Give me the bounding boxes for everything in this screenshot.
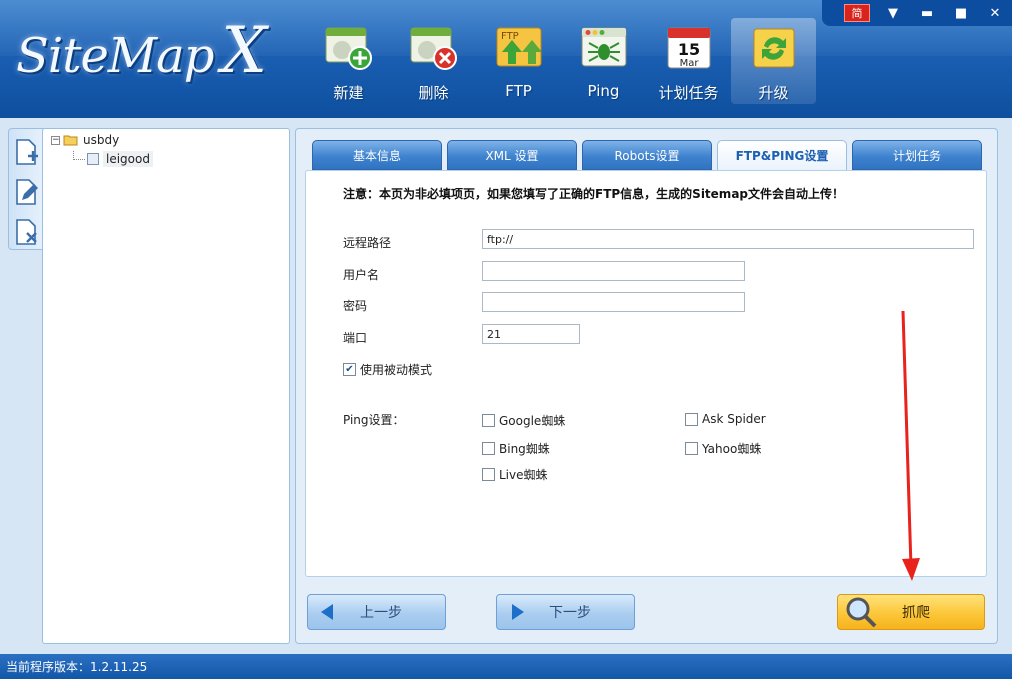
new-window-icon <box>324 24 374 72</box>
settings-panel: 基本信息 XML 设置 Robots设置 FTP&PING设置 计划任务 注意：… <box>295 128 998 644</box>
maximize-button[interactable]: ■ <box>944 2 978 24</box>
next-step-button[interactable]: 下一步 <box>496 594 635 630</box>
next-step-label: 下一步 <box>549 605 591 621</box>
tree-root-label: usbdy <box>83 133 120 147</box>
close-button[interactable]: ✕ <box>978 2 1012 24</box>
calendar-day: 15 <box>677 40 699 59</box>
crawl-button[interactable]: 抓爬 <box>837 594 985 630</box>
toolbar-upgrade-label: 升级 <box>758 84 789 102</box>
magnifier-icon <box>846 597 877 628</box>
port-input[interactable] <box>482 324 580 344</box>
username-label: 用户名 <box>343 268 380 282</box>
crawl-label: 抓爬 <box>902 605 930 621</box>
page-node-icon <box>87 153 99 165</box>
upgrade-icon <box>749 24 799 72</box>
calendar-icon: 15 Mar <box>664 24 714 72</box>
calendar-month: Mar <box>679 58 699 69</box>
toolbar-new-button[interactable]: 新建 <box>306 18 391 104</box>
minimize-button[interactable]: ▬ <box>910 2 944 24</box>
password-label: 密码 <box>343 299 368 313</box>
tab-ftp-ping-settings[interactable]: FTP&PING设置 <box>717 140 847 171</box>
toolbar-schedule-button[interactable]: 15 Mar 计划任务 <box>646 18 731 104</box>
toolbar-delete-label: 删除 <box>418 84 449 102</box>
ftp-upload-icon: FTP <box>494 24 544 72</box>
ping-live-label: Live蜘蛛 <box>499 468 548 482</box>
ping-bing-label: Bing蜘蛛 <box>499 442 550 456</box>
toolbar-ping-label: Ping <box>587 82 620 100</box>
tree-connector <box>73 151 85 160</box>
checkbox-box <box>482 442 495 455</box>
tab-schedule[interactable]: 计划任务 <box>852 140 982 170</box>
checkbox-box <box>482 468 495 481</box>
toolbar-delete-button[interactable]: 删除 <box>391 18 476 104</box>
toolbar-schedule-label: 计划任务 <box>658 84 719 102</box>
annotation-arrow <box>901 310 920 581</box>
status-bar: 当前程序版本：1.2.11.25 <box>0 654 1012 679</box>
password-input[interactable] <box>482 292 745 312</box>
passive-mode-checkbox[interactable]: ✔ 使用被动模式 <box>343 361 432 378</box>
tree-node-child[interactable]: leigood <box>87 151 153 167</box>
window-controls: 简 ▼ ▬ ■ ✕ <box>822 0 1012 26</box>
folder-open-icon <box>63 134 79 146</box>
toolbar-upgrade-button[interactable]: 升级 <box>731 18 816 104</box>
ping-google-checkbox[interactable]: Google蜘蛛 <box>482 412 565 429</box>
ftp-ping-form: 注意：本页为非必填项页，如果您填写了正确的FTP信息，生成的Sitemap文件会… <box>305 170 987 581</box>
ping-yahoo-checkbox[interactable]: Yahoo蜘蛛 <box>685 440 761 457</box>
add-page-button[interactable] <box>12 135 42 169</box>
passive-mode-label: 使用被动模式 <box>360 363 433 377</box>
site-tree-panel: − usbdy leigood <box>42 128 290 644</box>
ping-settings-label: Ping设置： <box>343 413 405 427</box>
collapse-toggle-icon[interactable]: − <box>51 135 60 145</box>
logo-x: X <box>221 14 267 88</box>
delete-window-icon <box>409 24 459 72</box>
ping-yahoo-label: Yahoo蜘蛛 <box>702 442 762 456</box>
toolbar-ftp-label: FTP <box>505 82 532 100</box>
previous-step-label: 上一步 <box>360 605 402 621</box>
arrow-left-icon <box>321 604 333 620</box>
settings-tabs: 基本信息 XML 设置 Robots设置 FTP&PING设置 计划任务 <box>312 140 982 171</box>
ping-live-checkbox[interactable]: Live蜘蛛 <box>482 466 548 483</box>
tab-xml-settings[interactable]: XML 设置 <box>447 140 577 170</box>
previous-step-button[interactable]: 上一步 <box>307 594 446 630</box>
remove-page-button[interactable] <box>12 215 42 249</box>
toolbar-ping-button[interactable]: Ping <box>561 18 646 104</box>
side-action-strip <box>8 128 44 250</box>
ftp-icon-text: FTP <box>501 31 519 42</box>
tab-basic-info[interactable]: 基本信息 <box>312 140 442 170</box>
remove-page-icon <box>16 219 37 245</box>
checkbox-box <box>685 442 698 455</box>
menu-button[interactable]: ▼ <box>876 2 910 24</box>
ping-spider-icon <box>579 24 629 72</box>
language-button[interactable]: 简 <box>844 4 870 22</box>
app-header: SiteMap X 简 ▼ ▬ ■ ✕ 新建 删除 FTP FTP Ping 1… <box>0 0 1012 118</box>
logo-text: SiteMap <box>16 28 214 84</box>
checkbox-box <box>685 412 698 426</box>
username-input[interactable] <box>482 261 745 281</box>
ping-google-label: Google蜘蛛 <box>499 414 566 428</box>
main-toolbar: 新建 删除 FTP FTP Ping 15 Mar 计划任务 升级 <box>306 18 816 114</box>
ping-ask-checkbox[interactable]: Ask Spider <box>685 412 766 426</box>
remote-path-label: 远程路径 <box>343 236 392 250</box>
tab-robots-settings[interactable]: Robots设置 <box>582 140 712 170</box>
version-text: 当前程序版本：1.2.11.25 <box>6 660 148 674</box>
toolbar-new-label: 新建 <box>333 84 364 102</box>
passive-mode-check-icon: ✔ <box>343 363 356 376</box>
add-page-icon <box>16 139 38 165</box>
toolbar-ftp-button[interactable]: FTP FTP <box>476 18 561 104</box>
edit-page-icon <box>16 179 38 205</box>
ping-bing-checkbox[interactable]: Bing蜘蛛 <box>482 440 550 457</box>
remote-path-input[interactable] <box>482 229 974 249</box>
edit-page-button[interactable] <box>12 175 42 209</box>
arrow-right-icon <box>512 604 524 620</box>
tree-child-label: leigood <box>103 151 153 167</box>
tree-node-root[interactable]: − usbdy <box>51 133 119 147</box>
app-logo: SiteMap X <box>16 14 286 94</box>
notice-text: 注意：本页为非必填项页，如果您填写了正确的FTP信息，生成的Sitemap文件会… <box>343 187 845 201</box>
ping-ask-label: Ask Spider <box>702 412 766 426</box>
port-label: 端口 <box>343 331 368 345</box>
checkbox-box <box>482 414 495 427</box>
